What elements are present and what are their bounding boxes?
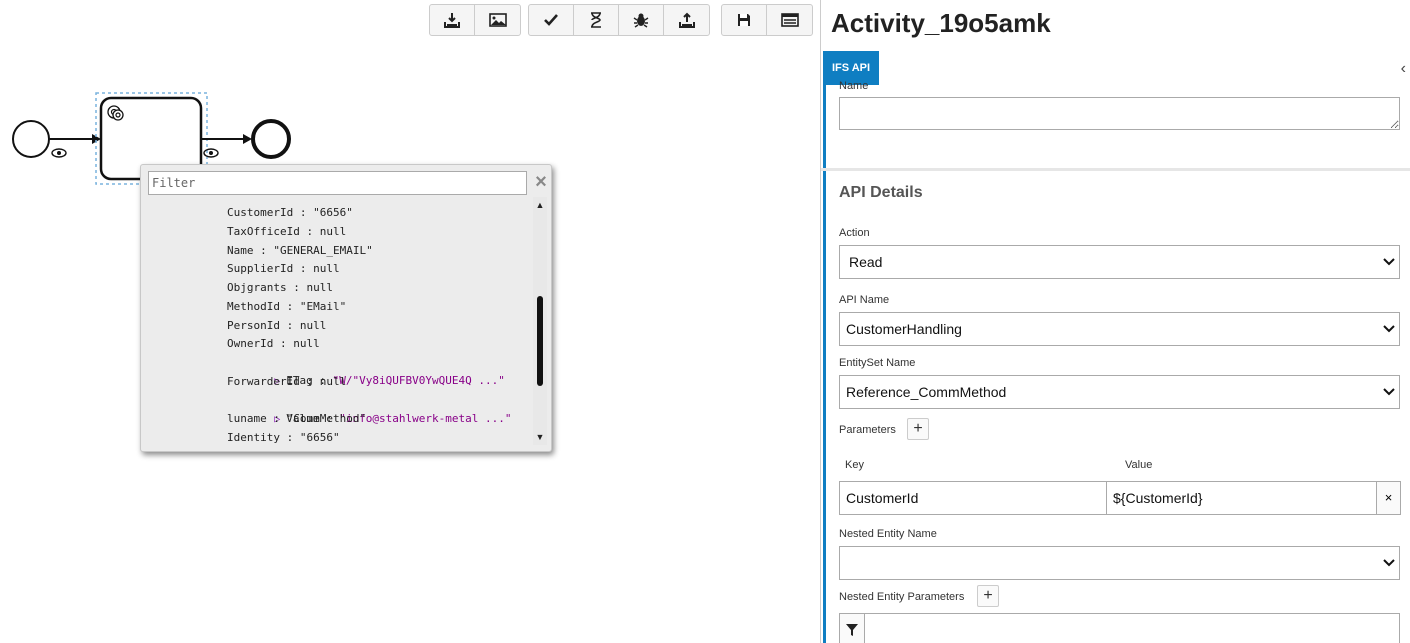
value-header: Value: [1125, 459, 1153, 471]
export-image-button[interactable]: [475, 5, 520, 35]
entityset-label: EntitySet Name: [839, 357, 916, 369]
scroll-up-icon[interactable]: ▲: [533, 199, 547, 211]
floppy-disk-icon: [738, 14, 750, 26]
action-value: Read: [849, 254, 883, 270]
tree-row: CustomerId : "6656": [227, 206, 353, 219]
upload-button[interactable]: [664, 5, 709, 35]
tree-row: SupplierId : null: [227, 262, 340, 275]
chevron-down-icon: [1383, 325, 1395, 333]
scroll-down-icon[interactable]: ▼: [533, 431, 547, 443]
action-select[interactable]: Read: [839, 245, 1400, 279]
eye-icon[interactable]: [51, 148, 67, 158]
nested-entity-label: Nested Entity Name: [839, 528, 937, 540]
tree-value: "W/"Vy8iQUFBV0YwQUE4Q ...": [332, 374, 505, 387]
upload-icon: [678, 12, 695, 28]
add-nested-parameter-button[interactable]: +: [977, 585, 999, 607]
variable-inspector-popup: × CustomerId : "6656" TaxOfficeId : null…: [140, 164, 552, 452]
tree-row: Name : "GENERAL_EMAIL": [227, 244, 373, 257]
tree-row: TaxOfficeId : null: [227, 225, 347, 238]
nested-params-label: Nested Entity Parameters: [839, 591, 965, 603]
download-icon: [444, 13, 460, 28]
popup-scrollbar[interactable]: ▲ ▼: [533, 197, 547, 445]
hourglass-icon: [591, 12, 601, 28]
execute-button[interactable]: [574, 5, 619, 35]
name-label: Name: [839, 80, 869, 92]
parameter-value-input[interactable]: ${CustomerId}: [1106, 481, 1377, 515]
chevron-down-icon: [1383, 388, 1395, 396]
section-divider: [821, 168, 1410, 171]
tree-row: ForwarderId : null: [227, 375, 347, 388]
parameter-key-input[interactable]: CustomerId: [839, 481, 1107, 515]
tree-row: Identity : "6656": [227, 431, 340, 444]
entityset-value: Reference_CommMethod: [846, 384, 1007, 400]
tree-row-expandable[interactable]: ▷ Value : "info@stahlwerk-metal ...": [208, 392, 511, 425]
check-icon: [544, 14, 558, 26]
remove-parameter-button[interactable]: ×: [1376, 481, 1401, 515]
tree-row: Objgrants : null: [227, 281, 333, 294]
debug-button[interactable]: [619, 5, 664, 35]
panel-title: Activity_19o5amk: [831, 8, 1051, 38]
add-parameter-button[interactable]: +: [907, 418, 929, 440]
tree-row: MethodId : "EMail": [227, 300, 347, 313]
api-name-select[interactable]: CustomerHandling: [839, 312, 1400, 346]
start-event[interactable]: [12, 120, 50, 158]
section-title: API Details: [839, 184, 923, 201]
save-button[interactable]: [722, 5, 767, 35]
tree-row-expandable[interactable]: ▷ ETag : "W/"Vy8iQUFBV0YwQUE4Q ...": [208, 354, 505, 387]
save-toolbar-group: [721, 4, 813, 36]
api-name-value: CustomerHandling: [846, 321, 962, 337]
image-icon: [488, 13, 507, 27]
chevron-down-icon: [1383, 559, 1395, 567]
filter-icon: [846, 624, 858, 636]
data-tree: CustomerId : "6656" TaxOfficeId : null N…: [141, 201, 535, 451]
key-header: Key: [845, 459, 864, 471]
bug-icon: [633, 13, 649, 28]
filter-button[interactable]: [840, 614, 865, 643]
name-field[interactable]: [839, 97, 1400, 130]
close-icon[interactable]: ×: [533, 172, 549, 192]
chevron-down-icon: [1383, 258, 1395, 266]
filter-input[interactable]: [148, 171, 527, 195]
scroll-thumb[interactable]: [537, 296, 543, 386]
tree-row: luname : "CommMethod": [227, 412, 367, 425]
validate-toolbar-group: [528, 4, 710, 36]
properties-toggle-button[interactable]: [767, 5, 812, 35]
tree-row: OwnerId : null: [227, 337, 320, 350]
validate-button[interactable]: [529, 5, 574, 35]
action-label: Action: [839, 227, 870, 239]
eye-icon[interactable]: [203, 148, 219, 158]
api-name-label: API Name: [839, 294, 890, 306]
nested-entity-select[interactable]: [839, 546, 1400, 580]
export-toolbar-group: [429, 4, 521, 36]
download-button[interactable]: [430, 5, 475, 35]
end-event[interactable]: [251, 119, 291, 159]
bpmn-canvas[interactable]: × CustomerId : "6656" TaxOfficeId : null…: [0, 0, 820, 643]
parameters-label: Parameters: [839, 424, 896, 436]
collapse-panel-icon[interactable]: ‹: [1401, 60, 1406, 78]
properties-panel: Activity_19o5amk IFS API ‹ Name API Deta…: [820, 0, 1410, 643]
entityset-select[interactable]: Reference_CommMethod: [839, 375, 1400, 409]
tree-row: PersonId : null: [227, 319, 327, 332]
panel-icon: [780, 13, 799, 27]
nested-params-box[interactable]: [839, 613, 1400, 643]
